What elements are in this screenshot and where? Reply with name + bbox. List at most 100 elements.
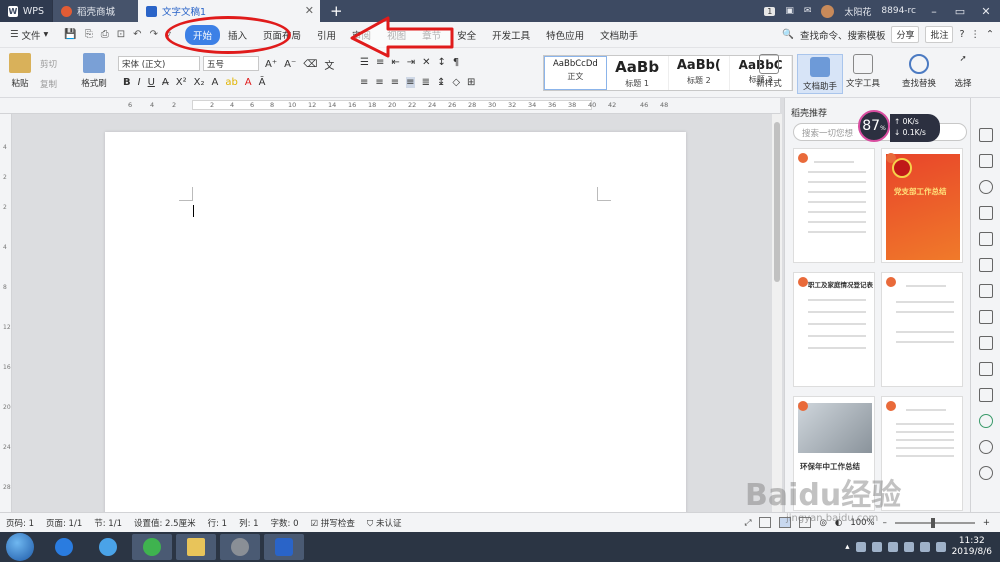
memory-gauge[interactable]: 87% [858, 110, 890, 142]
line-spacing-icon[interactable]: ↨ [437, 77, 445, 88]
share-button[interactable]: 分享 [891, 26, 920, 43]
system-clock[interactable]: 11:32 2019/8/6 [952, 536, 992, 558]
new-style-button[interactable]: 新样式 [746, 54, 792, 89]
select-button[interactable]: ➚ 选择 [940, 54, 986, 89]
screen-icon[interactable] [979, 336, 993, 350]
comment-button[interactable]: 批注 [925, 26, 954, 43]
search-icon[interactable]: 🔍 [782, 29, 794, 40]
vertical-ruler[interactable]: 4 2 2 4 8 12 16 20 24 28 [0, 114, 12, 514]
taskbar-app-tool[interactable] [220, 534, 260, 560]
tab-references[interactable]: 引用 [309, 25, 344, 45]
collapse-ribbon-icon[interactable]: ⌃ [986, 29, 994, 40]
style-heading-2[interactable]: AaBb( 标题 2 [669, 56, 731, 90]
font-size-select[interactable]: 五号 [203, 56, 259, 71]
tab-wps-home[interactable]: W WPS [0, 0, 52, 22]
taskbar-app-wps[interactable] [264, 534, 304, 560]
tray-shield-icon[interactable] [887, 542, 898, 552]
cut-button[interactable]: 剪切 [40, 58, 57, 70]
doc-helper-button[interactable]: 文档助手 [797, 54, 843, 94]
subscript-icon[interactable]: X₂ [194, 77, 205, 88]
command-search[interactable]: 查找命令、搜索模板 [800, 28, 886, 42]
document-page[interactable] [105, 132, 686, 524]
tray-network-icon[interactable] [919, 542, 930, 552]
outdent-icon[interactable]: ⇤ [391, 57, 399, 68]
chinese-layout-icon[interactable]: ✕ [422, 57, 430, 68]
strikethrough-icon[interactable]: A̶ [162, 77, 169, 88]
user-name[interactable]: 太阳花 [844, 5, 871, 18]
assistant-round-icon[interactable] [979, 414, 993, 428]
status-word-count[interactable]: 字数: 0 [265, 517, 305, 529]
spellcheck-button[interactable]: ☑ 拼写检查 [305, 517, 361, 529]
align-right-icon[interactable]: ≡ [391, 77, 399, 88]
picture-icon[interactable] [979, 284, 993, 298]
taskbar-app-player[interactable] [44, 534, 84, 560]
template-card[interactable]: 党支部工作总结 [881, 148, 963, 263]
shading-icon[interactable]: ◇ [452, 77, 460, 88]
tray-box-icon[interactable] [871, 542, 882, 552]
maximize-icon[interactable]: ▭ [952, 5, 968, 18]
status-position[interactable]: 设置值: 2.5厘米 [128, 517, 202, 529]
find-replace-button[interactable]: 查找替换 [896, 54, 942, 89]
align-center-icon[interactable]: ≡ [375, 77, 383, 88]
style-normal[interactable]: AaBbCcDd 正文 [544, 56, 607, 90]
template-card[interactable]: 职工及家庭情况登记表 [793, 272, 875, 387]
template-card[interactable] [881, 272, 963, 387]
export-icon[interactable]: ⎘ [85, 29, 93, 40]
align-left-icon[interactable]: ≡ [360, 77, 368, 88]
bold-icon[interactable]: B [123, 77, 131, 88]
zoom-in-icon[interactable]: + [983, 518, 990, 528]
tray-volume-icon[interactable] [935, 542, 946, 552]
scrollbar-thumb[interactable] [774, 122, 780, 282]
borders-icon[interactable]: ⊞ [467, 77, 475, 88]
pen-icon[interactable] [979, 206, 993, 220]
clear-format-icon[interactable]: ⌫ [303, 59, 317, 70]
reading-view-icon[interactable] [759, 517, 772, 528]
tray-chat-icon[interactable] [903, 542, 914, 552]
superscript-icon[interactable]: X² [176, 77, 187, 88]
settings-sliders-icon[interactable] [979, 258, 993, 272]
grow-font-icon[interactable]: A⁺ [265, 59, 277, 70]
char-shading-icon[interactable]: Ā [259, 77, 266, 88]
font-name-select[interactable]: 宋体 (正文) [118, 56, 200, 71]
pointer-icon[interactable] [979, 128, 993, 142]
windows-start-icon[interactable] [6, 533, 34, 561]
text-effect-icon[interactable]: A [211, 77, 218, 88]
bullet-list-icon[interactable]: ☰ [360, 57, 369, 68]
zoom-slider[interactable] [894, 517, 975, 528]
italic-icon[interactable]: I [138, 77, 141, 88]
format-painter-button[interactable]: 格式刷 [76, 53, 112, 89]
tray-expand-icon[interactable]: ▴ [845, 542, 849, 552]
tab-doc-assistant[interactable]: 文档助手 [592, 25, 646, 45]
copy-button[interactable]: 复制 [40, 78, 57, 90]
text-tools-button[interactable]: 文字工具 [840, 54, 886, 89]
shape-icon[interactable] [979, 180, 993, 194]
status-section[interactable]: 节: 1/1 [88, 517, 128, 529]
underline-icon[interactable]: U [148, 77, 155, 88]
help-round-icon[interactable] [979, 466, 993, 480]
shrink-font-icon[interactable]: A⁻ [284, 59, 296, 70]
history-icon[interactable] [979, 440, 993, 454]
tab-special-apps[interactable]: 特色应用 [538, 25, 592, 45]
tray-help-icon[interactable] [855, 542, 866, 552]
fullscreen-icon[interactable]: ⤢ [745, 518, 752, 528]
font-color-icon[interactable]: A [245, 77, 252, 88]
taskbar-app-browser[interactable] [88, 534, 128, 560]
window-count-badge[interactable]: 1 [764, 6, 776, 16]
file-menu[interactable]: ☰ 文件 ▾ [0, 28, 58, 42]
justify-icon[interactable]: ≡ [406, 77, 415, 88]
taskbar-app-explorer[interactable] [176, 534, 216, 560]
undo-icon[interactable]: ↶ [133, 29, 141, 40]
avatar[interactable] [821, 4, 835, 18]
more-icon[interactable]: ⋮ [971, 29, 981, 40]
sort-icon[interactable]: ↕ [438, 57, 446, 68]
horizontal-ruler[interactable]: 6 4 2 2 4 6 8 10 12 14 16 18 20 22 24 26… [0, 98, 780, 114]
share-icon[interactable] [979, 310, 993, 324]
tab-daoke-store[interactable]: 稻壳商城 [52, 0, 138, 22]
certification-status[interactable]: ⛉ 未认证 [361, 517, 408, 529]
help-icon[interactable]: ? [959, 29, 964, 40]
select-tool-icon[interactable] [979, 154, 993, 168]
status-row[interactable]: 行: 1 [202, 517, 233, 529]
save-icon[interactable]: 💾 [64, 29, 76, 40]
template-card[interactable] [793, 148, 875, 263]
status-page[interactable]: 页面: 1/1 [40, 517, 88, 529]
